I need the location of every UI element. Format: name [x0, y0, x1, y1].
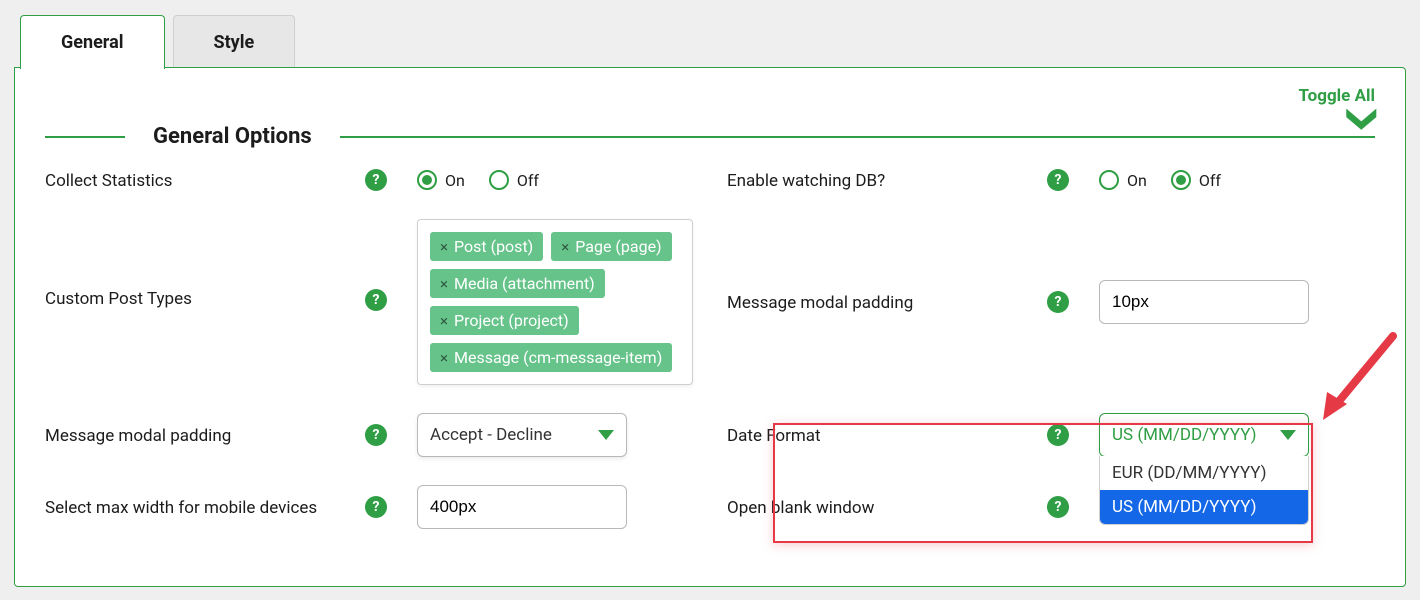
- tag-label: Project (project): [454, 311, 569, 330]
- enable-watching-db-radio: On Off: [1099, 170, 1375, 190]
- tab-style[interactable]: Style: [173, 15, 296, 69]
- help-icon[interactable]: ?: [365, 169, 387, 191]
- help-icon[interactable]: ?: [365, 289, 387, 311]
- tag-label: Page (page): [575, 237, 661, 256]
- select-value: US (MM/DD/YYYY): [1112, 425, 1257, 445]
- message-modal-padding-text-label: Message modal padding: [727, 291, 1047, 313]
- custom-post-types-label: Custom Post Types: [45, 219, 365, 309]
- tag-label: Post (post): [454, 237, 533, 256]
- tag-label: Message (cm-message-item): [454, 348, 662, 367]
- tag-item[interactable]: × Project (project): [430, 306, 579, 335]
- watching-db-on[interactable]: On: [1099, 170, 1147, 190]
- help-icon[interactable]: ?: [365, 496, 387, 518]
- message-modal-padding-select-label: Message modal padding: [45, 424, 365, 446]
- help-icon[interactable]: ?: [1047, 424, 1069, 446]
- date-format-label: Date Format: [727, 424, 1047, 446]
- tag-item[interactable]: × Message (cm-message-item): [430, 343, 672, 372]
- max-width-mobile-label: Select max width for mobile devices: [45, 496, 365, 518]
- tag-remove-icon[interactable]: ×: [440, 349, 448, 367]
- divider-right: [340, 136, 1375, 138]
- tag-item[interactable]: × Post (post): [430, 232, 543, 261]
- tag-remove-icon[interactable]: ×: [440, 238, 448, 256]
- collect-stats-off[interactable]: Off: [489, 170, 539, 190]
- help-icon[interactable]: ?: [1047, 169, 1069, 191]
- help-icon[interactable]: ?: [1047, 291, 1069, 313]
- divider-left: [45, 136, 125, 138]
- tag-remove-icon[interactable]: ×: [440, 275, 448, 293]
- date-format-dropdown: EUR (DD/MM/YYYY)US (MM/DD/YYYY): [1099, 456, 1309, 525]
- watching-db-off[interactable]: Off: [1171, 170, 1221, 190]
- date-format-option[interactable]: EUR (DD/MM/YYYY): [1100, 456, 1308, 490]
- radio-label-off: Off: [1199, 171, 1221, 190]
- toggle-all-button[interactable]: Toggle All ❯: [1299, 86, 1375, 132]
- tag-remove-icon[interactable]: ×: [440, 312, 448, 330]
- tag-remove-icon[interactable]: ×: [561, 238, 569, 256]
- settings-tabs: General Style: [20, 14, 1406, 68]
- chevron-down-icon: [1280, 430, 1296, 440]
- message-modal-padding-select[interactable]: Accept - Decline: [417, 413, 627, 457]
- message-modal-padding-input[interactable]: [1099, 280, 1309, 324]
- help-icon[interactable]: ?: [1047, 496, 1069, 518]
- open-blank-window-label: Open blank window: [727, 496, 1047, 518]
- radio-label-on: On: [445, 171, 465, 190]
- collect-statistics-label: Collect Statistics: [45, 169, 365, 191]
- enable-watching-db-label: Enable watching DB?: [727, 169, 1047, 191]
- section-header: General Options: [45, 124, 1375, 149]
- max-width-mobile-input[interactable]: [417, 485, 627, 529]
- tag-item[interactable]: × Page (page): [551, 232, 671, 261]
- chevron-down-icon: ❯: [1355, 103, 1369, 136]
- collect-stats-on[interactable]: On: [417, 170, 465, 190]
- radio-label-off: Off: [517, 171, 539, 190]
- collect-statistics-radio: On Off: [417, 170, 693, 190]
- tag-label: Media (attachment): [454, 274, 595, 293]
- tag-item[interactable]: × Media (attachment): [430, 269, 605, 298]
- radio-label-on: On: [1127, 171, 1147, 190]
- section-title: General Options: [153, 124, 312, 149]
- date-format-option[interactable]: US (MM/DD/YYYY): [1100, 490, 1308, 524]
- tab-general[interactable]: General: [20, 15, 165, 69]
- help-icon[interactable]: ?: [365, 424, 387, 446]
- settings-panel: Toggle All ❯ .toggle-all-chev{transform:…: [14, 67, 1406, 587]
- custom-post-types-input[interactable]: × Post (post) × Page (page) × Media (attachme…: [417, 219, 693, 385]
- chevron-down-icon: [598, 430, 614, 440]
- select-value: Accept - Decline: [430, 425, 552, 445]
- date-format-select[interactable]: US (MM/DD/YYYY) EUR (DD/MM/YYYY)US (MM/D…: [1099, 413, 1309, 457]
